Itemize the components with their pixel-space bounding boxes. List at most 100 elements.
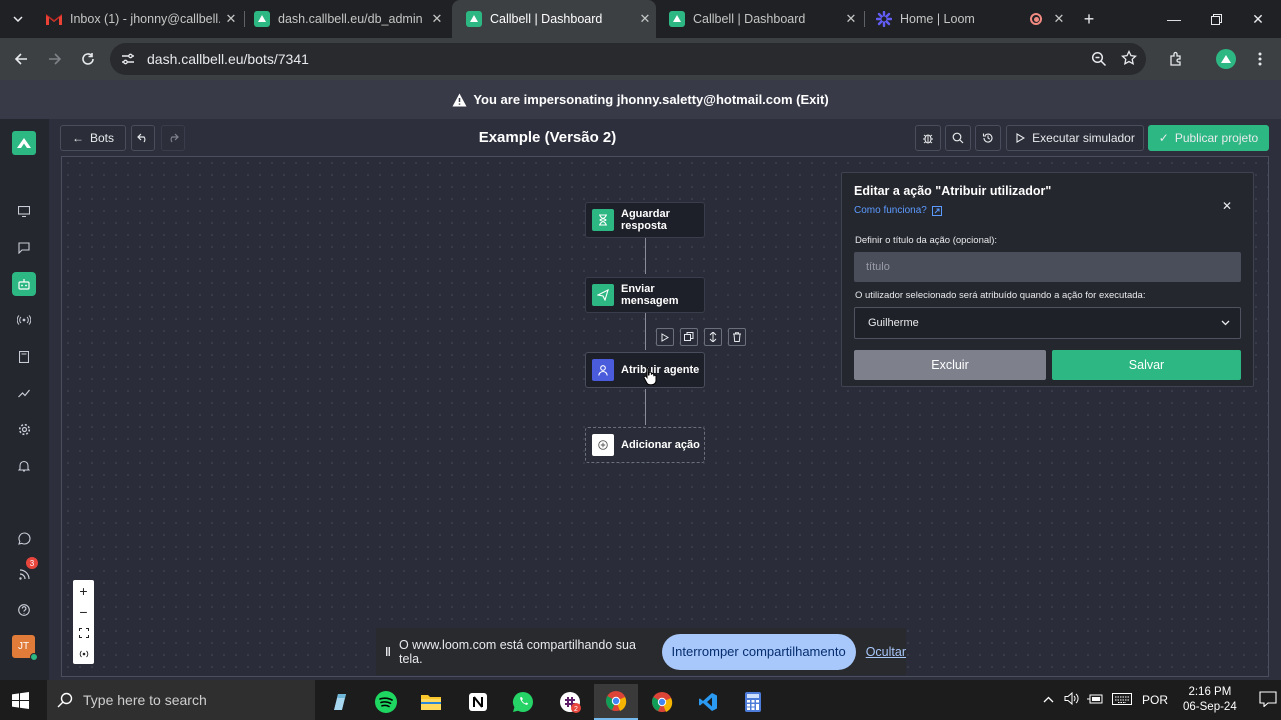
tab-close-icon[interactable]: ✕ — [426, 11, 448, 27]
taskbar-whatsapp-icon[interactable] — [501, 684, 545, 720]
node-duplicate-icon[interactable] — [680, 328, 698, 346]
how-it-works-link[interactable]: Como funciona? — [854, 205, 942, 216]
node-play-icon[interactable] — [656, 328, 674, 346]
minimize-icon[interactable]: — — [1154, 0, 1194, 38]
run-simulator-button[interactable]: Executar simulador — [1006, 125, 1144, 151]
new-tab-button[interactable]: + — [1078, 8, 1100, 30]
bookmark-star-icon[interactable] — [1121, 49, 1137, 71]
close-panel-icon[interactable]: ✕ — [1222, 199, 1232, 213]
sidebar-broadcast-icon[interactable] — [12, 308, 36, 332]
sidebar-chat-icon[interactable] — [12, 236, 36, 260]
back-to-bots-button[interactable]: ← Bots — [60, 125, 126, 151]
volume-icon[interactable] — [1064, 691, 1079, 708]
url-text: dash.callbell.eu/bots/7341 — [147, 51, 309, 67]
connector-line — [645, 389, 646, 425]
language-indicator[interactable]: POR — [1142, 693, 1168, 707]
app-sidebar: 3 JT — [0, 119, 49, 680]
forward-arrow-icon[interactable] — [43, 47, 67, 71]
sidebar-settings-icon[interactable] — [12, 417, 36, 441]
debug-button[interactable] — [915, 125, 941, 151]
node-move-icon[interactable] — [704, 328, 722, 346]
tab-search-button[interactable] — [8, 9, 28, 29]
flow-canvas[interactable]: Aguardar resposta Enviar mensagem Atribu… — [61, 156, 1269, 677]
stop-sharing-button[interactable]: Interromper compartilhamento — [661, 633, 856, 670]
maximize-icon[interactable] — [1196, 0, 1236, 38]
search-placeholder: Type here to search — [83, 692, 207, 708]
tray-overflow-icon[interactable] — [1043, 694, 1054, 706]
app-area: 3 JT ← Bots Example (Versão 2) Executar s… — [0, 119, 1281, 680]
taskbar-chrome-active-icon[interactable] — [594, 684, 638, 720]
selected-user: Guilherme — [868, 317, 919, 329]
windows-start-icon[interactable] — [12, 692, 29, 714]
tab-close-icon[interactable]: ✕ — [840, 11, 862, 27]
tab-callbell-dashboard-active[interactable]: Callbell | Dashboard ✕ — [452, 0, 656, 38]
callbell-logo[interactable] — [12, 131, 36, 155]
reload-icon[interactable] — [76, 47, 100, 71]
sidebar-help-icon[interactable] — [12, 598, 36, 622]
sidebar-monitor-icon[interactable] — [12, 199, 36, 223]
undo-button[interactable] — [131, 125, 155, 151]
notifications-icon[interactable] — [1259, 690, 1277, 710]
taskbar-chrome-icon[interactable] — [640, 684, 684, 720]
svg-text:2: 2 — [574, 706, 578, 713]
publish-project-button[interactable]: ✓ Publicar projeto — [1148, 125, 1269, 151]
add-circle-icon — [592, 434, 614, 456]
user-avatar[interactable]: JT — [12, 635, 38, 661]
sidebar-analytics-icon[interactable] — [12, 381, 36, 405]
flow-node-add-action[interactable]: Adicionar ação — [585, 427, 705, 463]
tab-gmail[interactable]: Inbox (1) - jhonny@callbell.eu ✕ — [32, 0, 242, 38]
tab-db-admin[interactable]: dash.callbell.eu/db_admin ✕ — [240, 0, 448, 38]
back-arrow-icon[interactable] — [9, 47, 33, 71]
fit-view-icon[interactable] — [73, 622, 94, 643]
redo-button[interactable] — [161, 125, 185, 151]
battery-icon[interactable] — [1087, 693, 1103, 708]
tab-close-icon[interactable]: ✕ — [634, 11, 656, 27]
taskbar-app-glass-icon[interactable] — [318, 684, 362, 720]
user-select[interactable]: Guilherme — [854, 307, 1241, 339]
zoom-icon[interactable] — [1091, 51, 1107, 72]
node-label: Aguardar resposta — [621, 208, 670, 232]
hide-link[interactable]: Ocultar — [866, 645, 906, 659]
search-flow-button[interactable] — [945, 125, 971, 151]
delete-action-button[interactable]: Excluir — [854, 350, 1046, 380]
address-bar[interactable]: dash.callbell.eu/bots/7341 — [110, 43, 1146, 75]
history-button[interactable] — [975, 125, 1001, 151]
taskbar-calculator-icon[interactable] — [731, 684, 775, 720]
exit-impersonation-link[interactable]: (Exit) — [796, 92, 829, 107]
lock-view-icon[interactable] — [73, 643, 94, 664]
tab-close-icon[interactable]: ✕ — [220, 11, 242, 27]
taskbar-search[interactable]: Type here to search — [47, 680, 315, 720]
site-info-icon[interactable] — [121, 52, 135, 71]
action-title-label: Definir o título da ação (opcional): — [855, 235, 998, 246]
keyboard-icon[interactable] — [1112, 692, 1132, 708]
tab-loom[interactable]: Home | Loom ✕ — [862, 0, 1070, 38]
node-label: Atribuir agente — [621, 364, 700, 376]
zoom-in-button[interactable]: + — [73, 580, 94, 601]
sidebar-feed-icon[interactable]: 3 — [12, 557, 38, 586]
taskbar-notion-icon[interactable] — [456, 684, 500, 720]
sidebar-bell-icon[interactable] — [12, 454, 36, 478]
browser-menu-icon[interactable] — [1248, 47, 1272, 71]
extensions-icon[interactable] — [1164, 47, 1188, 71]
impersonation-banner: You are impersonating jhonny.saletty@hot… — [0, 80, 1281, 119]
zoom-out-button[interactable]: − — [73, 601, 94, 622]
node-delete-icon[interactable] — [728, 328, 746, 346]
profile-avatar[interactable] — [1214, 47, 1238, 71]
clock[interactable]: 2:16 PM 06-Sep-24 — [1183, 685, 1237, 715]
tab-callbell-dashboard[interactable]: Callbell | Dashboard ✕ — [655, 0, 862, 38]
sidebar-contacts-icon[interactable] — [12, 345, 36, 369]
taskbar-spotify-icon[interactable] — [364, 684, 408, 720]
save-action-button[interactable]: Salvar — [1052, 350, 1241, 380]
action-title-input[interactable]: título — [854, 252, 1241, 282]
callbell-icon — [254, 11, 270, 27]
taskbar-vscode-icon[interactable] — [686, 684, 730, 720]
taskbar-file-explorer-icon[interactable] — [409, 684, 453, 720]
taskbar-slack-icon[interactable]: 2 — [548, 684, 592, 720]
flow-node-send-message[interactable]: Enviar mensagem — [585, 277, 705, 313]
flow-node-wait-response[interactable]: Aguardar resposta — [585, 202, 705, 238]
tab-close-icon[interactable]: ✕ — [1048, 11, 1070, 27]
check-icon: ✓ — [1158, 131, 1169, 145]
sidebar-bots-icon[interactable] — [12, 272, 36, 296]
sidebar-whatsapp-icon[interactable] — [12, 526, 36, 550]
close-window-icon[interactable]: ✕ — [1238, 0, 1278, 38]
